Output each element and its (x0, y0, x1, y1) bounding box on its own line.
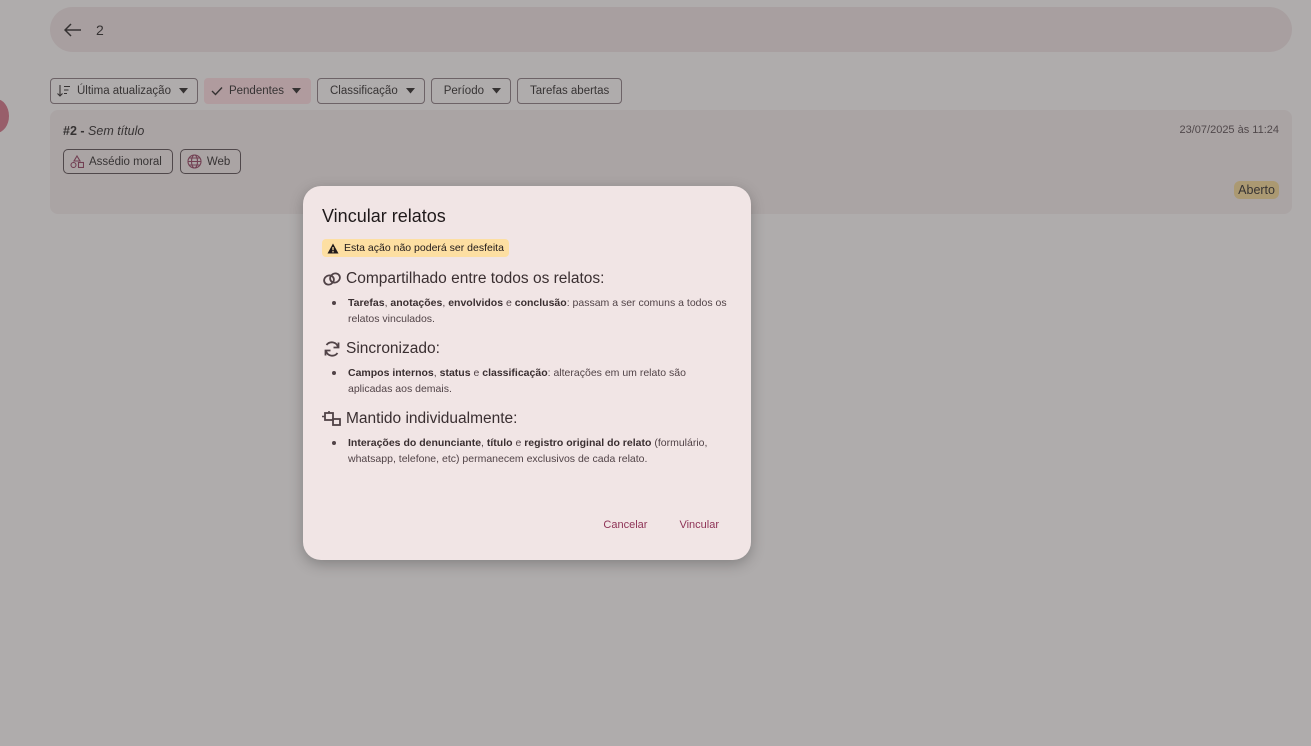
warning-icon (327, 243, 339, 254)
body-text: e (503, 297, 515, 309)
sync-icon (322, 340, 342, 358)
warning-text: Esta ação não poderá ser desfeita (344, 242, 504, 254)
body-text: e (512, 437, 525, 449)
bold-term: título (486, 437, 513, 449)
bold-term: classificação (482, 367, 548, 379)
warning-banner: Esta ação não poderá ser desfeita (322, 239, 509, 257)
cancel-button[interactable]: Cancelar (603, 519, 647, 531)
section-individual-body: Interações do denunciante, título e regi… (332, 435, 732, 467)
section-shared-heading: Compartilhado entre todos os relatos: (322, 270, 732, 288)
bold-term: anotações (390, 297, 443, 309)
section-individual-heading: Mantido individualmente: (322, 410, 732, 428)
bold-term: envolvidos (448, 297, 504, 309)
section-sync-title: Sincronizado: (346, 340, 440, 357)
body-text: e (470, 367, 483, 379)
link-reports-dialog: Vincular relatos Esta ação não poderá se… (303, 186, 751, 560)
bold-term: registro original do relato (524, 437, 652, 449)
bold-term: conclusão (514, 297, 567, 309)
split-icon (322, 411, 342, 427)
dialog-title: Vincular relatos (322, 206, 446, 226)
link-button[interactable]: Vincular (679, 519, 719, 531)
bold-term: Interações do denunciante (348, 437, 482, 449)
link-icon (322, 272, 342, 286)
bold-term: Tarefas (348, 297, 385, 309)
dialog-actions: Cancelar Vincular (603, 519, 719, 531)
section-sync-heading: Sincronizado: (322, 340, 732, 358)
section-shared-title: Compartilhado entre todos os relatos: (346, 270, 605, 287)
section-shared-body: Tarefas, anotações, envolvidos e conclus… (332, 295, 732, 327)
page: 2 Última atualização Pendentes Classific… (0, 0, 1311, 746)
section-sync-body: Campos internos, status e classificação:… (332, 365, 732, 397)
section-individual-title: Mantido individualmente: (346, 410, 518, 427)
bold-term: status (439, 367, 471, 379)
bold-term: Campos internos (348, 367, 434, 379)
